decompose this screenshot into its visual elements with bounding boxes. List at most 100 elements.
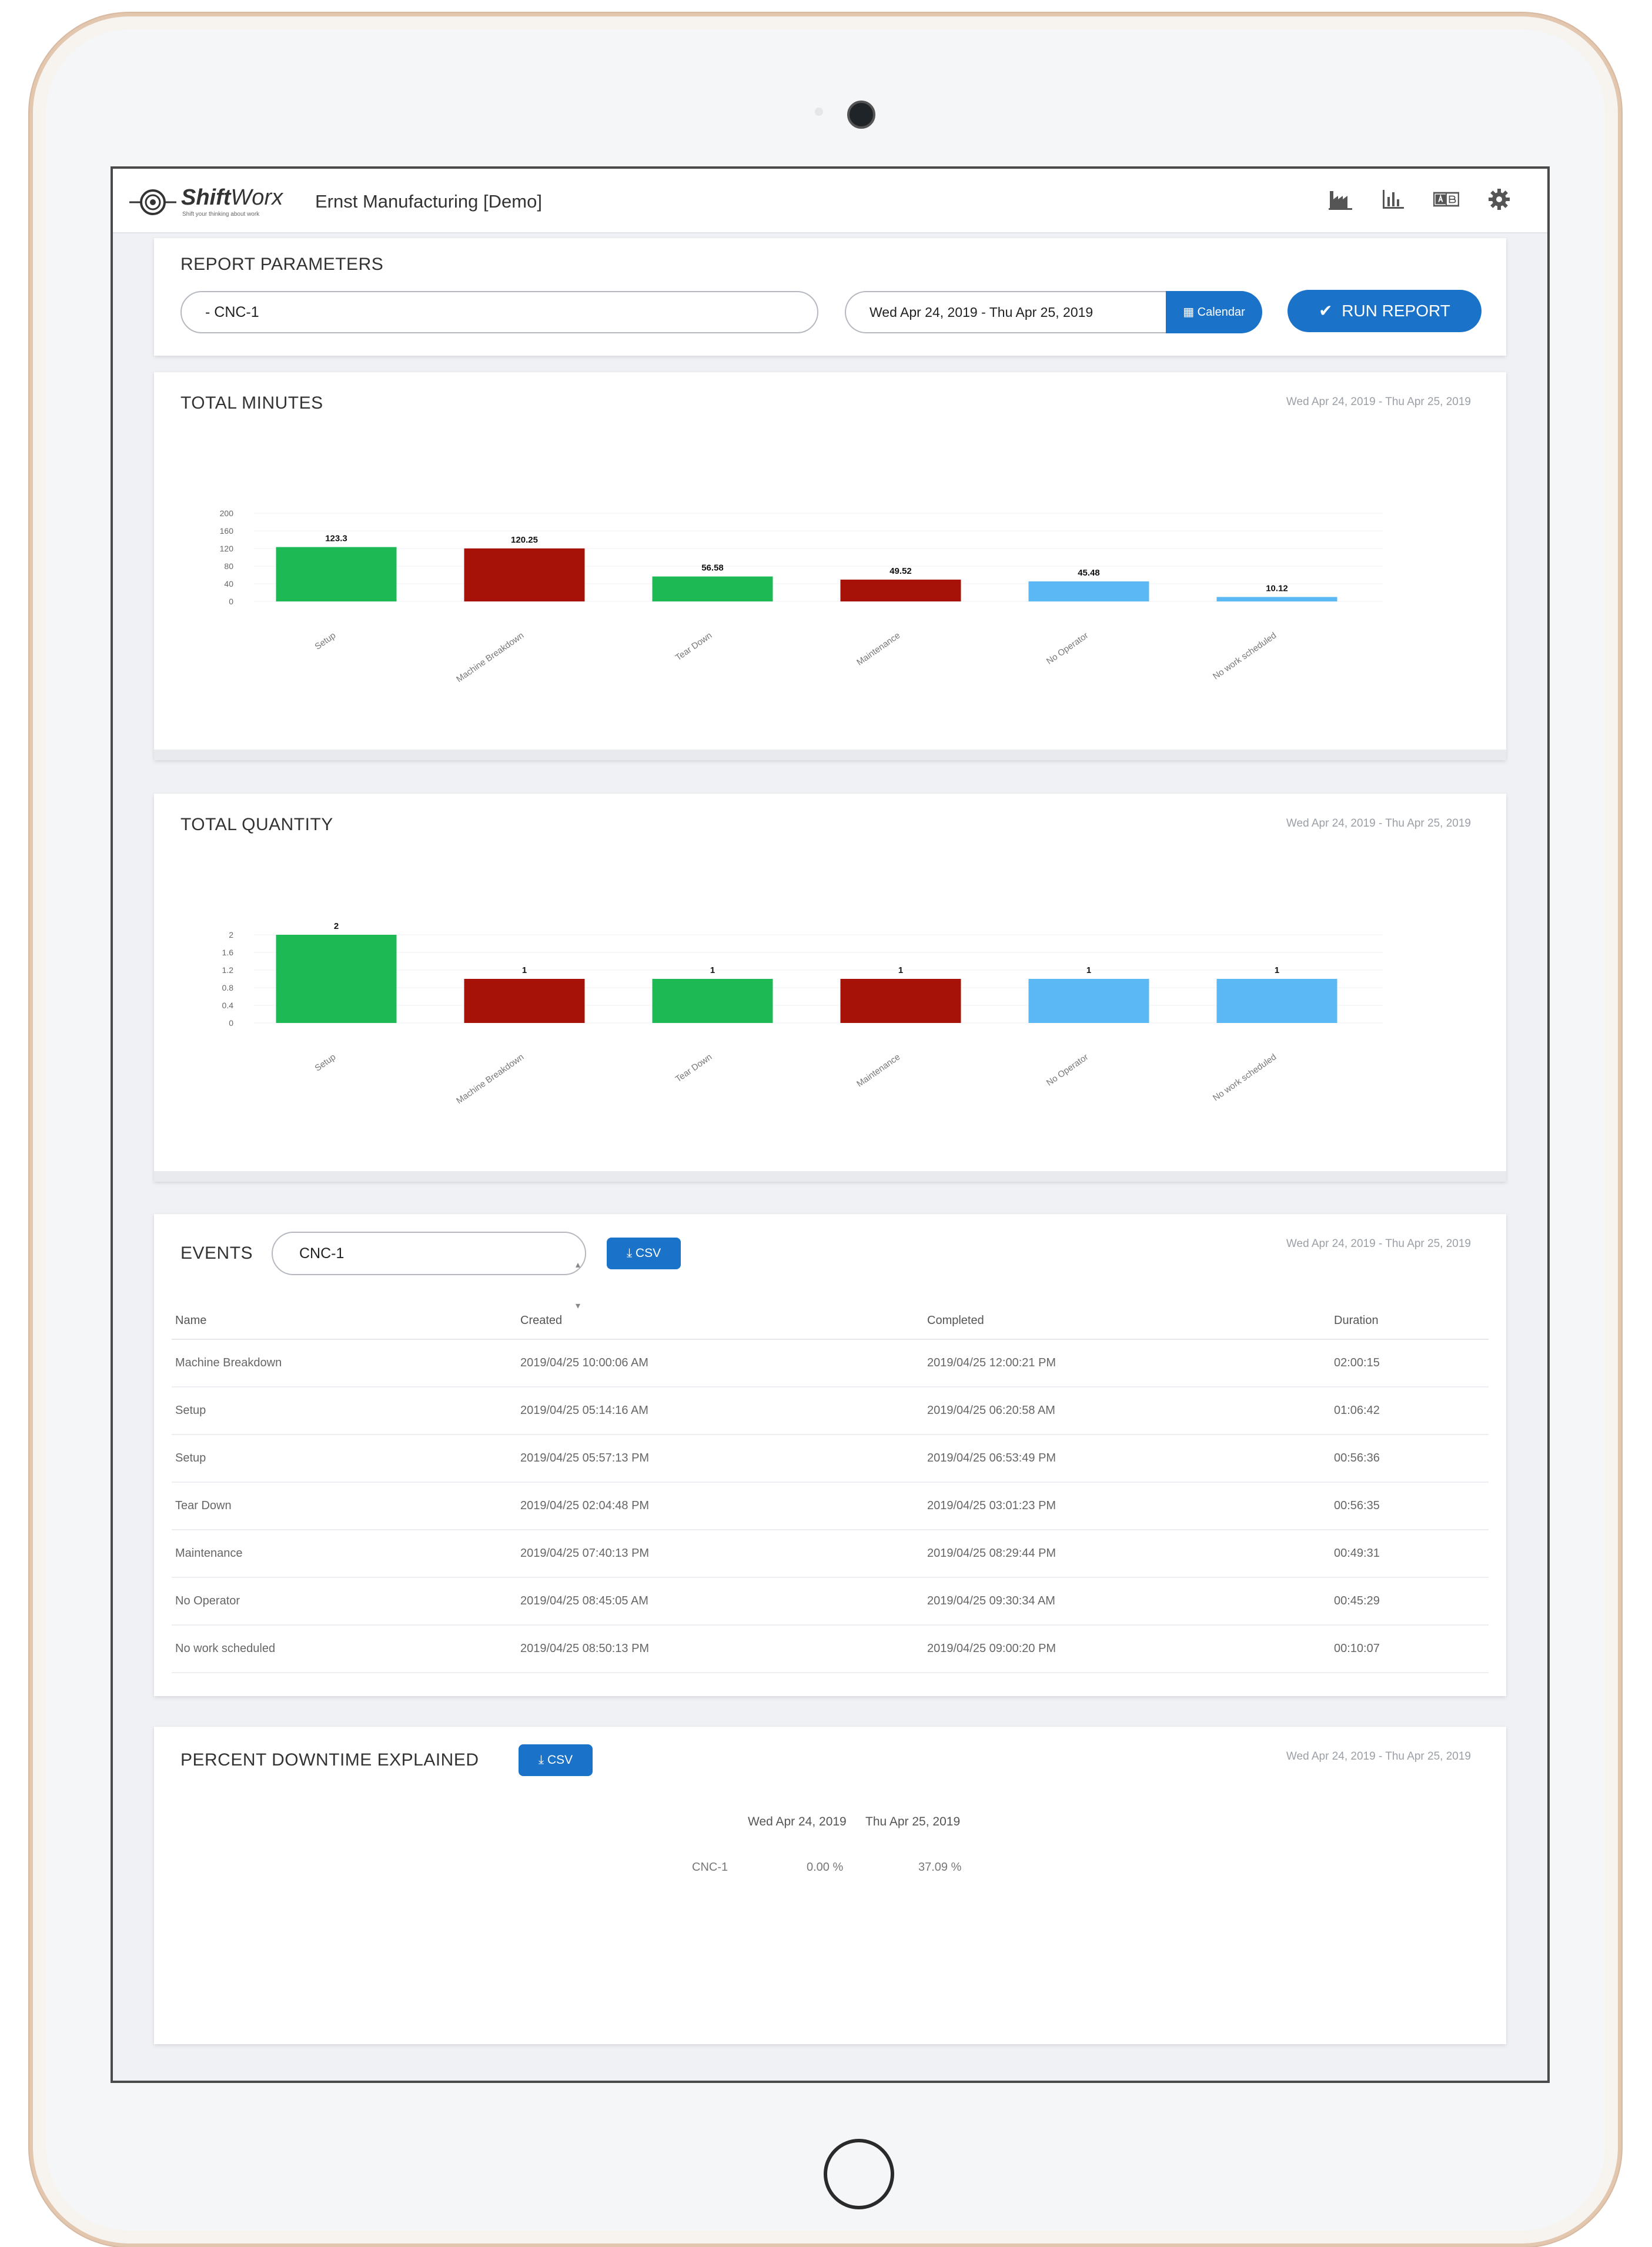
- total-minutes-card: TOTAL MINUTES Wed Apr 24, 2019 - Thu Apr…: [154, 372, 1506, 760]
- event-duration-cell: 00:45:29: [1333, 1577, 1489, 1626]
- event-duration-cell: 00:49:31: [1333, 1530, 1489, 1578]
- column-header-name[interactable]: Name: [172, 1302, 520, 1340]
- factory-icon[interactable]: [1327, 186, 1353, 212]
- table-row[interactable]: No Operator 2019/04/25 08:45:05 AM 2019/04…: [172, 1577, 1489, 1626]
- event-completed-cell: 2019/04/25 09:30:34 AM: [927, 1577, 1333, 1626]
- table-row[interactable]: No work scheduled 2019/04/25 08:50:13 PM 2…: [172, 1625, 1489, 1673]
- logo-tagline: Shift your thinking about work: [182, 211, 260, 218]
- column-header-duration[interactable]: Duration: [1333, 1302, 1489, 1340]
- event-name-cell: Maintenance: [172, 1530, 520, 1578]
- event-created-cell: 2019/04/25 10:00:06 AM: [520, 1339, 927, 1387]
- table-row[interactable]: Maintenance 2019/04/25 07:40:13 PM 2019/04…: [172, 1530, 1489, 1578]
- x-tick-label: No work scheduled: [1211, 630, 1278, 681]
- top-nav-icons: [1327, 186, 1512, 212]
- bar-no-operator[interactable]: [1028, 979, 1149, 1023]
- percent-downtime-csv-button[interactable]: ⤓ CSV: [519, 1744, 593, 1776]
- data-label: 1: [710, 965, 715, 975]
- bar-no-work-scheduled[interactable]: [1216, 979, 1337, 1023]
- y-tick-label: 1.2: [222, 965, 234, 975]
- events-title: EVENTS: [180, 1243, 253, 1263]
- data-label: 1: [1275, 965, 1279, 975]
- download-icon: ⤓: [626, 1246, 636, 1260]
- calendar-icon: ▦: [1183, 306, 1198, 319]
- event-created-cell: 2019/04/25 05:14:16 AM: [520, 1387, 927, 1435]
- column-header-completed[interactable]: Completed: [927, 1302, 1333, 1340]
- percent-downtime-date-range: Wed Apr 24, 2019 - Thu Apr 25, 2019: [1286, 1750, 1471, 1763]
- event-name-cell: No work scheduled: [172, 1625, 520, 1673]
- event-created-cell: 2019/04/25 02:04:48 PM: [520, 1482, 927, 1530]
- bar-no-operator[interactable]: [1028, 581, 1149, 601]
- data-label: 56.58: [701, 563, 724, 573]
- table-row[interactable]: Machine Breakdown 2019/04/25 10:00:06 AM 2…: [172, 1339, 1489, 1387]
- table-row[interactable]: Setup 2019/04/25 05:57:13 PM 2019/04/25 06…: [172, 1435, 1489, 1483]
- event-duration-cell: 00:56:35: [1333, 1482, 1489, 1530]
- download-icon: ⤓: [538, 1753, 547, 1767]
- bar-tear-down[interactable]: [652, 979, 773, 1023]
- event-name-cell: Machine Breakdown: [172, 1339, 520, 1387]
- bar-chart-icon[interactable]: [1380, 186, 1406, 212]
- events-machine-select[interactable]: CNC-1 ▴ ▾: [272, 1232, 586, 1311]
- bar-setup[interactable]: [276, 935, 397, 1023]
- table-header-row: Name Created Completed Duration: [172, 1302, 1489, 1340]
- total-quantity-chart: 2 1.6 1.2 0.8 0.4 0 2 Setup 1 Machine Breakdown 1 T…: [222, 921, 1383, 1106]
- data-label: 1: [898, 965, 903, 975]
- event-name-cell: Setup: [172, 1387, 520, 1435]
- machine-select[interactable]: - CNC-1: [180, 291, 818, 333]
- app-logo[interactable]: ShiftWorx Shift your thinking about work: [129, 185, 283, 218]
- event-name-cell: Setup: [172, 1435, 520, 1483]
- percent-downtime-column-2: Thu Apr 25, 2019: [865, 1815, 961, 1828]
- data-label: 10.12: [1266, 583, 1288, 593]
- y-tick-label: 1.6: [222, 948, 234, 957]
- data-label: 49.52: [889, 566, 912, 576]
- table-row[interactable]: Tear Down 2019/04/25 02:04:48 PM 2019/04/2…: [172, 1482, 1489, 1530]
- target-logo-icon: [129, 189, 176, 215]
- table-row[interactable]: Setup 2019/04/25 05:14:16 AM 2019/04/25 06…: [172, 1387, 1489, 1435]
- data-label: 120.25: [511, 535, 538, 545]
- event-created-cell: 2019/04/25 08:45:05 AM: [520, 1577, 927, 1626]
- y-tick-label: 0.8: [222, 983, 234, 992]
- x-tick-label: Machine Breakdown: [454, 1052, 526, 1106]
- date-range-input[interactable]: Wed Apr 24, 2019 - Thu Apr 25, 2019: [845, 291, 1174, 333]
- horizontal-scrollbar[interactable]: [154, 1171, 1506, 1182]
- events-csv-button[interactable]: ⤓ CSV: [607, 1238, 681, 1269]
- date-range-group: Wed Apr 24, 2019 - Thu Apr 25, 2019 ▦ Ca…: [845, 291, 1262, 333]
- bar-setup[interactable]: [276, 547, 397, 601]
- bar-machine-breakdown[interactable]: [464, 548, 585, 601]
- bar-maintenance[interactable]: [840, 579, 961, 601]
- percent-downtime-value-1: 0.00 %: [807, 1861, 844, 1874]
- run-report-button[interactable]: ✔ RUN REPORT: [1288, 290, 1482, 332]
- x-tick-label: No Operator: [1045, 630, 1090, 666]
- percent-downtime-title: PERCENT DOWNTIME EXPLAINED: [180, 1750, 479, 1770]
- x-tick-label: No Operator: [1045, 1052, 1090, 1088]
- x-tick-label: Tear Down: [674, 1052, 714, 1084]
- total-quantity-card: TOTAL QUANTITY Wed Apr 24, 2019 - Thu Ap…: [154, 794, 1506, 1182]
- x-tick-label: Machine Breakdown: [454, 630, 526, 684]
- calendar-button[interactable]: ▦ Calendar: [1166, 291, 1262, 333]
- home-button[interactable]: [824, 2139, 894, 2209]
- event-completed-cell: 2019/04/25 09:00:20 PM: [927, 1625, 1333, 1673]
- x-tick-label: No work scheduled: [1211, 1052, 1278, 1103]
- y-tick-label: 160: [220, 526, 234, 536]
- gear-icon[interactable]: [1486, 186, 1512, 212]
- y-tick-label: 40: [224, 579, 233, 588]
- data-label: 1: [522, 965, 527, 975]
- bar-tear-down[interactable]: [652, 576, 773, 601]
- company-name: Ernst Manufacturing [Demo]: [315, 191, 542, 212]
- y-tick-label: 120: [220, 544, 234, 553]
- x-tick-label: Maintenance: [855, 630, 902, 667]
- bar-no-work-scheduled[interactable]: [1216, 597, 1337, 601]
- y-tick-label: 2: [229, 930, 233, 939]
- x-tick-label: Maintenance: [855, 1052, 902, 1089]
- event-duration-cell: 02:00:15: [1333, 1339, 1489, 1387]
- event-created-cell: 2019/04/25 07:40:13 PM: [520, 1530, 927, 1578]
- bar-maintenance[interactable]: [840, 979, 961, 1023]
- data-label: 123.3: [325, 534, 347, 544]
- percent-downtime-column-1: Wed Apr 24, 2019: [748, 1815, 847, 1828]
- horizontal-scrollbar[interactable]: [154, 750, 1506, 760]
- ab-compare-icon[interactable]: [1433, 186, 1459, 212]
- column-header-created[interactable]: Created: [520, 1302, 927, 1340]
- y-tick-label: 0: [229, 1018, 233, 1028]
- bar-machine-breakdown[interactable]: [464, 979, 585, 1023]
- event-duration-cell: 01:06:42: [1333, 1387, 1489, 1435]
- report-parameters-card: REPORT PARAMETERS - CNC-1 Wed Apr 24, 20…: [154, 238, 1506, 356]
